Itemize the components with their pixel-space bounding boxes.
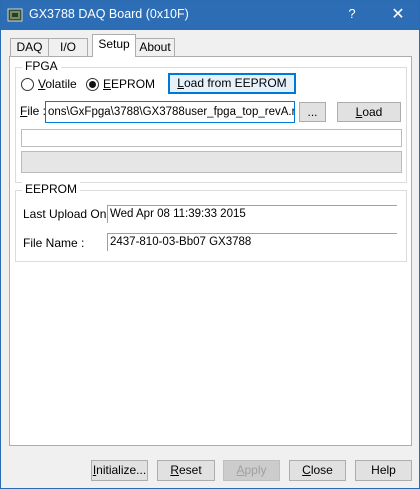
eeprom-group — [15, 190, 407, 262]
help-title-button[interactable]: ? — [344, 6, 360, 24]
apply-button[interactable]: Apply — [223, 460, 280, 481]
browse-button[interactable]: ... — [299, 102, 326, 122]
close-window-button[interactable]: ✕ — [387, 4, 409, 26]
load-from-eeprom-button[interactable]: Load from EEPROM — [168, 73, 296, 94]
tab-setup-label: Setup — [98, 37, 130, 51]
eeprom-radio[interactable]: EEPROM — [86, 77, 155, 91]
fpga-group-title: FPGA — [22, 59, 61, 73]
last-upload-value: Wed Apr 08 11:39:33 2015 — [107, 205, 397, 223]
volatile-radio-label: Volatile — [38, 77, 77, 91]
file-label: File : — [20, 104, 47, 118]
app-icon — [7, 8, 23, 22]
file-path-input[interactable]: ons\GxFpga\3788\GX3788user_fpga_top_revA… — [45, 101, 295, 123]
file-name-label: File Name : — [23, 236, 85, 250]
file-name-value: 2437-810-03-Bb07 GX3788 — [107, 233, 397, 251]
tab-daq[interactable]: DAQ — [10, 38, 49, 56]
status-bar — [21, 151, 402, 173]
initialize-button[interactable]: Initialize... — [91, 460, 148, 481]
close-button[interactable]: Close — [289, 460, 346, 481]
tab-io[interactable]: I/O — [48, 38, 88, 56]
progress-bar — [21, 129, 402, 147]
tab-setup[interactable]: Setup — [92, 34, 136, 57]
tab-about[interactable]: About — [135, 38, 175, 56]
window-title: GX3788 DAQ Board (0x10F) — [29, 7, 189, 21]
volatile-radio-circle[interactable] — [21, 77, 34, 91]
tab-daq-label: DAQ — [16, 40, 43, 54]
reset-button[interactable]: Reset — [157, 460, 215, 481]
dialog-window: GX3788 DAQ Board (0x10F) ? ✕ DAQ I/O Set… — [0, 0, 420, 489]
setup-tab-page: FPGA Volatile EEPROM Load from EEPROM Fi… — [9, 56, 412, 446]
volatile-radio[interactable]: Volatile — [21, 77, 77, 91]
last-upload-label: Last Upload On : — [23, 207, 114, 221]
eeprom-radio-label: EEPROM — [103, 77, 156, 91]
tab-about-label: About — [139, 40, 171, 54]
help-button[interactable]: Help — [355, 460, 412, 481]
title-bar: GX3788 DAQ Board (0x10F) ? ✕ — [1, 1, 419, 30]
tab-io-label: I/O — [59, 40, 76, 54]
load-button[interactable]: Load — [337, 102, 401, 122]
eeprom-radio-circle[interactable] — [86, 77, 99, 91]
eeprom-group-title: EEPROM — [22, 182, 81, 196]
